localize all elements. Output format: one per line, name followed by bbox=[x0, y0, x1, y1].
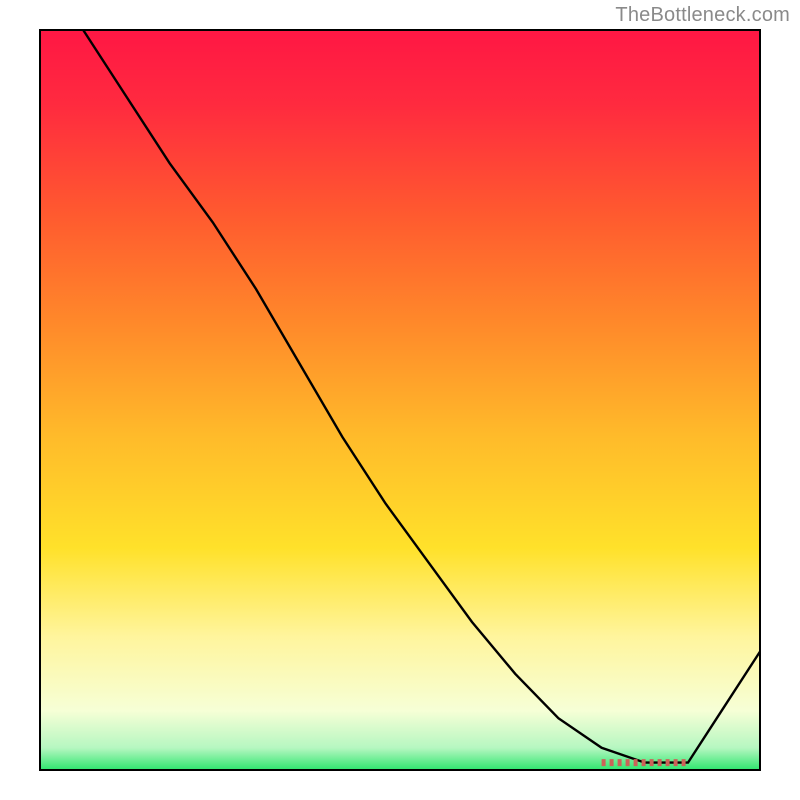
chart-container: TheBottleneck.com bbox=[0, 0, 800, 800]
gradient-background bbox=[40, 30, 760, 770]
plot-area bbox=[40, 30, 760, 770]
bottleneck-chart bbox=[0, 0, 800, 800]
